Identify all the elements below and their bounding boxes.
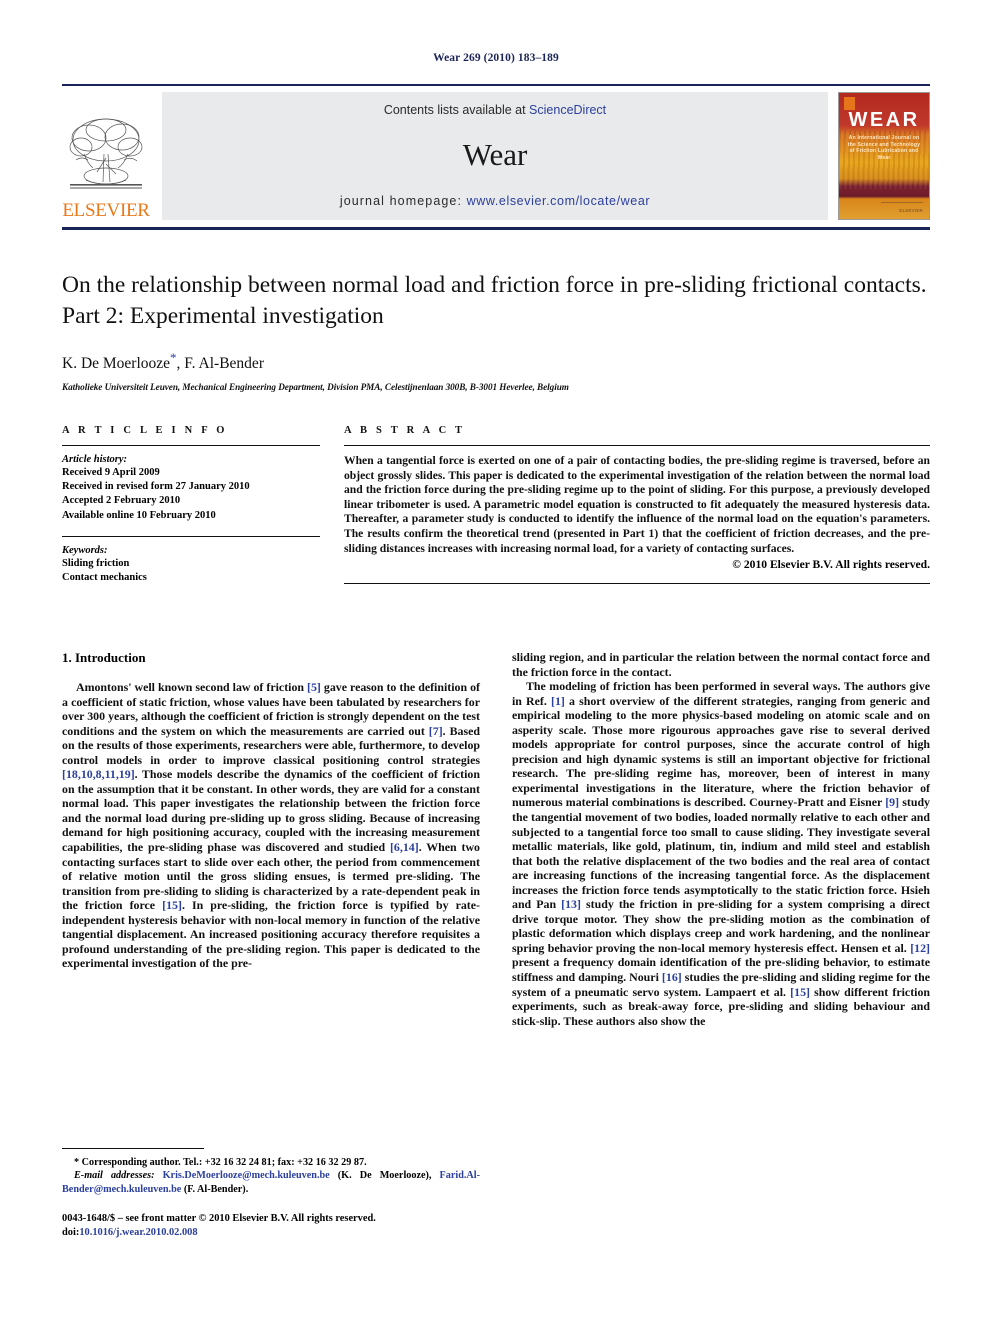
citation-ref[interactable]: [15]: [162, 898, 182, 912]
text-run: a short overview of the different strate…: [512, 693, 930, 810]
journal-article-page: Wear 269 (2010) 183–189 ELSEVIER Content…: [0, 0, 992, 1323]
homepage-label: journal homepage:: [339, 194, 467, 208]
citation-ref[interactable]: [13]: [561, 897, 581, 911]
footnote-corresponding-author: * Corresponding author. Tel.: +32 16 32 …: [62, 1156, 480, 1169]
author-primary: K. De Moerlooze: [62, 355, 171, 373]
citation-ref[interactable]: [6,14]: [390, 840, 419, 854]
keywords-label: Keywords:: [62, 544, 108, 556]
email-owner-secondary: (F. Al-Bender).: [181, 1183, 249, 1195]
history-received: Received 9 April 2009: [62, 467, 160, 478]
history-revised: Received in revised form 27 January 2010: [62, 481, 250, 493]
elsevier-wordmark: ELSEVIER: [62, 200, 150, 221]
citation-ref[interactable]: [16]: [662, 970, 682, 984]
text-run: Amontons' well known second law of frict…: [76, 680, 308, 694]
history-accepted: Accepted 2 February 2010: [62, 495, 181, 507]
footnote-block: * Corresponding author. Tel.: +32 16 32 …: [62, 1148, 480, 1196]
paragraph-intro-1: Amontons' well known second law of frict…: [62, 680, 480, 971]
title-block: On the relationship between normal load …: [62, 270, 930, 392]
paragraph-intro-continued: sliding region, and in particular the re…: [512, 650, 930, 679]
abstract-copyright: © 2010 Elsevier B.V. All rights reserved…: [732, 558, 930, 572]
masthead-top-rule: [62, 84, 930, 86]
article-info-heading: A R T I C L E I N F O: [62, 425, 228, 436]
abstract-heading: A B S T R A C T: [344, 425, 466, 436]
citation-ref[interactable]: [18,10,8,11,19]: [62, 767, 135, 781]
section-heading-introduction: 1. Introduction: [62, 650, 146, 665]
issn-front-matter-line: 0043-1648/$ – see front matter © 2010 El…: [62, 1213, 376, 1224]
keywords-rule: [62, 535, 320, 537]
affiliation: Katholieke Universiteit Leuven, Mechanic…: [62, 382, 569, 393]
doi-line: doi:10.1016/j.wear.2010.02.008: [62, 1226, 480, 1240]
imprint-block: 0043-1648/$ – see front matter © 2010 El…: [62, 1212, 480, 1240]
footnote-rule: [62, 1148, 204, 1149]
journal-banner: Contents lists available at ScienceDirec…: [162, 92, 828, 220]
email-link-primary[interactable]: Kris.DeMoerlooze@mech.kuleuven.be: [163, 1170, 330, 1181]
journal-masthead: ELSEVIER Contents lists available at Sci…: [62, 84, 930, 230]
paragraph-intro-2: The modeling of friction has been perfor…: [512, 679, 930, 1028]
footnote-contact-text: Corresponding author. Tel.: +32 16 32 24…: [79, 1157, 367, 1168]
doi-label: doi:: [62, 1227, 80, 1238]
article-info-column: A R T I C L E I N F O Article history: R…: [62, 425, 320, 585]
journal-homepage-line: journal homepage: www.elsevier.com/locat…: [162, 194, 828, 208]
citation-ref[interactable]: [5]: [307, 680, 321, 694]
running-head: Wear 269 (2010) 183–189: [433, 52, 559, 64]
elsevier-tree-icon: [69, 118, 143, 189]
citation-ref[interactable]: [12]: [910, 941, 930, 955]
doi-link[interactable]: 10.1016/j.wear.2010.02.008: [79, 1227, 197, 1238]
body-columns: 1. Introduction Amontons' well known sec…: [62, 650, 930, 1028]
keyword-item: Contact mechanics: [62, 572, 147, 584]
abstract-column: A B S T R A C T When a tangential force …: [344, 425, 930, 585]
cover-subtitle: An International Journal on the Science …: [847, 135, 921, 161]
article-history-label: Article history:: [62, 454, 128, 465]
author-secondary: , F. Al-Bender: [176, 355, 264, 373]
journal-cover-thumbnail[interactable]: WEAR An International Journal on the Sci…: [838, 92, 930, 220]
journal-homepage-link[interactable]: www.elsevier.com/locate/wear: [467, 194, 651, 208]
contents-available-line: Contents lists available at ScienceDirec…: [162, 103, 828, 117]
keyword-item: Sliding friction: [62, 557, 130, 569]
citation-ref[interactable]: [7]: [429, 724, 443, 738]
journal-title: Wear: [462, 137, 528, 172]
sciencedirect-link[interactable]: ScienceDirect: [529, 103, 606, 117]
body-column-left: 1. Introduction Amontons' well known sec…: [62, 650, 480, 1028]
footnote-emails: E-mail addresses: Kris.DeMoerlooze@mech.…: [62, 1169, 480, 1196]
article-info-rule: [62, 445, 320, 446]
cover-title: WEAR: [848, 109, 920, 131]
citation-ref[interactable]: [9]: [885, 795, 899, 809]
elsevier-logo: ELSEVIER: [62, 92, 154, 220]
page-title: On the relationship between normal load …: [62, 272, 927, 329]
abstract-text: When a tangential force is exerted on on…: [344, 454, 930, 555]
email-owner-primary: (K. De Moerlooze),: [329, 1170, 432, 1182]
masthead-bottom-rule: [62, 227, 930, 230]
history-online: Available online 10 February 2010: [62, 509, 216, 521]
info-abstract-region: A R T I C L E I N F O Article history: R…: [62, 425, 930, 585]
contents-prefix-text: Contents lists available at: [383, 103, 530, 117]
email-addresses-label: E-mail addresses:: [74, 1170, 155, 1182]
text-run: study the tangential movement of two bod…: [512, 795, 931, 912]
citation-ref[interactable]: [1]: [551, 694, 565, 708]
cover-footer-text: ELSEVIER: [899, 208, 923, 213]
citation-ref[interactable]: [15]: [790, 985, 810, 999]
cover-footer-rule: [881, 202, 923, 203]
abstract-bottom-rule: [344, 583, 930, 585]
author-list: K. De Moerlooze*, F. Al-Bender: [62, 350, 930, 373]
body-column-right: sliding region, and in particular the re…: [512, 650, 930, 1028]
abstract-rule: [344, 445, 930, 446]
